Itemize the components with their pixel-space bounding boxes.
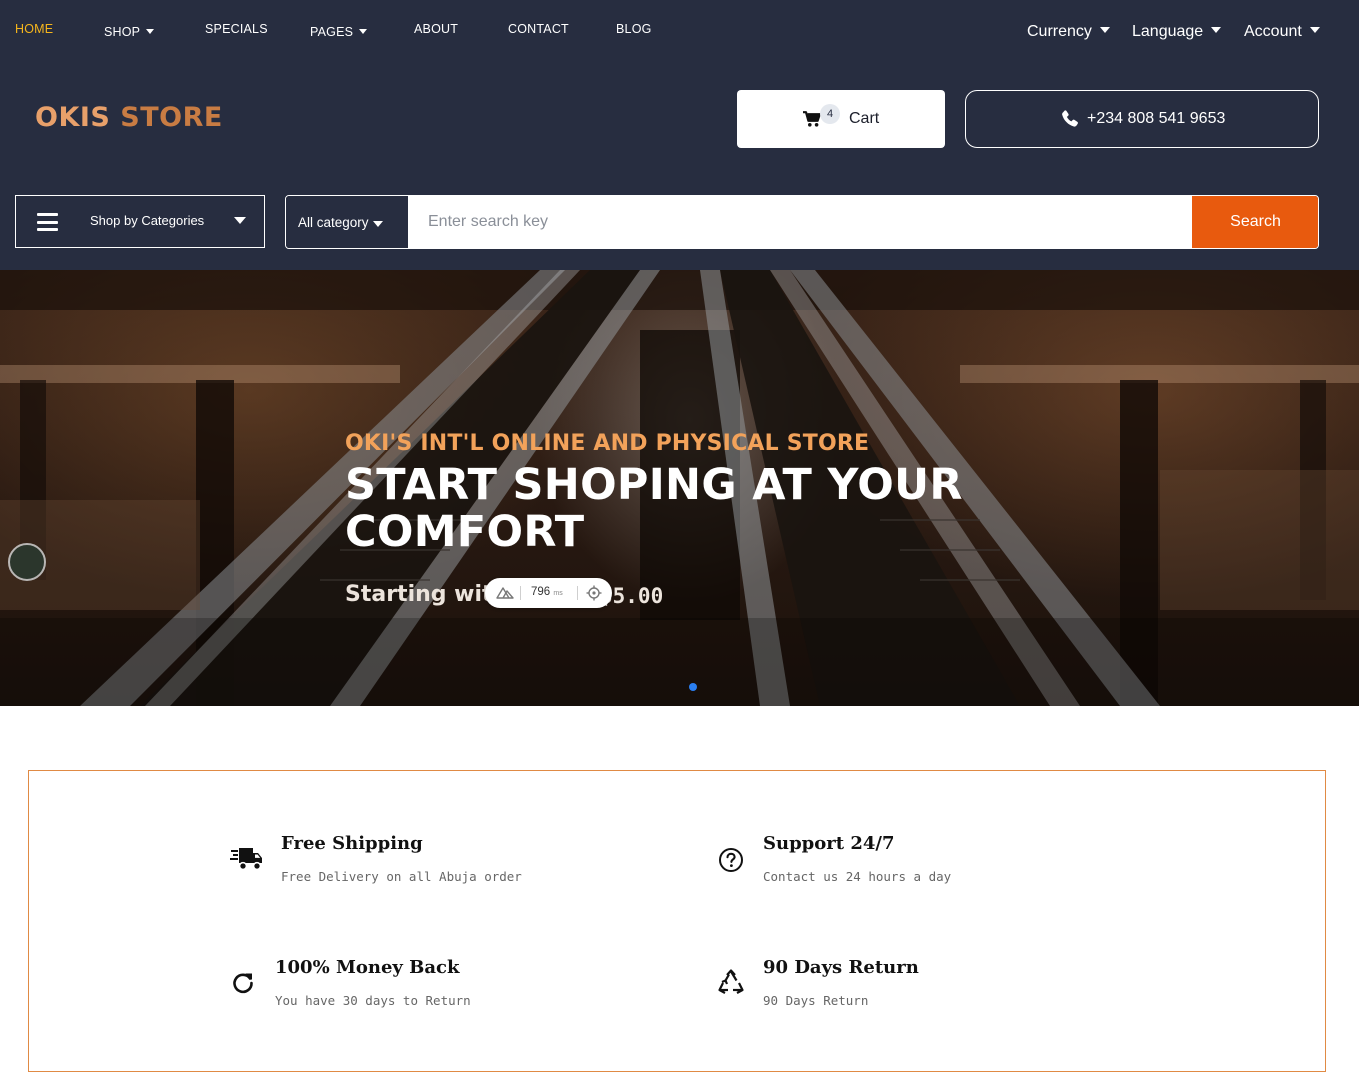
perf-time-readout: 796 ms [531,586,563,598]
triangle-logo-icon [496,587,514,599]
search-bar: All category Search [285,195,1319,249]
nav-pages-label: PAGES [310,25,354,39]
caret-down-icon [373,221,383,227]
shipping-truck-icon [230,848,262,871]
features-box: Free Shipping Free Delivery on all Abuja… [28,770,1326,1072]
account-label: Account [1244,23,1302,40]
slider-dot-active[interactable] [689,683,697,691]
crosshair-target-icon[interactable] [586,585,602,601]
nav-about[interactable]: ABOUT [414,22,458,36]
cart-button[interactable]: 4 Cart [737,90,945,148]
feature-title-free-shipping: Free Shipping [281,833,423,854]
feature-title-support: Support 24/7 [763,833,895,854]
feature-title-90-days-return: 90 Days Return [763,957,919,978]
hero-kicker: OKI'S INT'L ONLINE AND PHYSICAL STORE [345,431,870,456]
nav-pages[interactable]: PAGES [310,25,368,39]
language-dropdown[interactable]: Language [1132,23,1222,41]
caret-down-icon [234,217,246,224]
hero-banner: OKI'S INT'L ONLINE AND PHYSICAL STORE ST… [0,270,1359,706]
caret-down-icon [1099,27,1110,33]
divider [577,586,578,600]
shopping-cart-icon [803,111,821,127]
caret-down-icon [1211,27,1222,33]
perf-ms-value: 796 [531,586,551,598]
nav-blog[interactable]: BLOG [616,22,652,36]
nav-blog-label: BLOG [616,22,652,36]
language-label: Language [1132,23,1204,40]
search-category-label: All category [298,215,369,230]
hero-title: START SHOPING AT YOUR COMFORT [345,460,963,557]
nav-specials-label: SPECIALS [205,22,268,36]
search-button[interactable]: Search [1192,196,1318,248]
caret-down-icon [359,29,368,34]
caret-down-icon [146,29,155,34]
feature-desc-support: Contact us 24 hours a day [763,869,952,884]
nav-contact-label: CONTACT [508,22,569,36]
main-nav: HOME SHOP SPECIALS PAGES ABOUT CONTACT B… [0,22,1359,42]
divider [520,586,521,600]
search-input[interactable] [408,196,1192,248]
cart-count-badge: 4 [820,104,840,124]
currency-dropdown[interactable]: Currency [1027,23,1110,41]
categories-label: Shop by Categories [90,213,205,228]
nav-home-label: HOME [15,22,54,36]
nav-about-label: ABOUT [414,22,459,36]
nav-contact[interactable]: CONTACT [508,22,569,36]
phone-icon [1062,110,1078,127]
logo-word-1: OKIS [35,102,111,133]
feature-desc-free-shipping: Free Delivery on all Abuja order [281,869,522,884]
site-header: HOME SHOP SPECIALS PAGES ABOUT CONTACT B… [0,0,1359,270]
recycle-icon [718,969,744,994]
caret-down-icon [1309,27,1320,33]
nav-shop[interactable]: SHOP [104,25,155,39]
hero-bottom-shade [0,618,1359,706]
feature-title-money-back: 100% Money Back [275,957,460,978]
nav-specials[interactable]: SPECIALS [205,22,268,36]
nav-home[interactable]: HOME [15,22,53,36]
cart-label: Cart [849,110,880,127]
question-circle-icon [719,848,743,872]
account-dropdown[interactable]: Account [1244,23,1320,41]
refresh-arrow-icon [233,973,253,994]
feature-desc-money-back: You have 30 days to Return [275,993,471,1008]
perf-overlay-pill[interactable]: 796 ms [485,578,612,608]
hero-subtitle: Starting with [345,582,509,607]
search-category-select[interactable]: All category [286,196,408,248]
site-logo[interactable]: OKIS STORE [35,102,223,133]
phone-number: +234 808 541 9653 [1087,110,1226,127]
perf-ms-unit: ms [553,590,563,597]
logo-word-2: STORE [120,102,223,133]
hamburger-menu-icon [37,213,58,231]
currency-label: Currency [1027,23,1092,40]
phone-button[interactable]: +234 808 541 9653 [965,90,1319,148]
feature-desc-90-days-return: 90 Days Return [763,993,869,1008]
shop-by-categories-button[interactable]: Shop by Categories [15,195,265,248]
nav-shop-label: SHOP [104,25,141,39]
